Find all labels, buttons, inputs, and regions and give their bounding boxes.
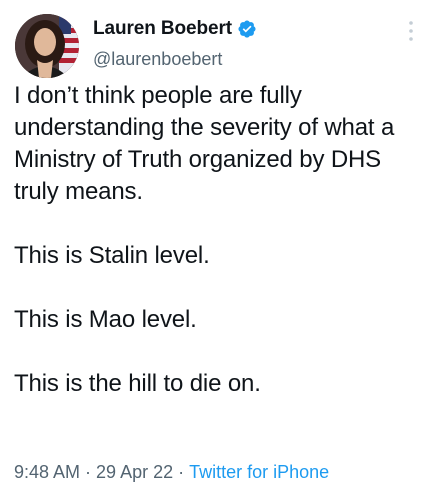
separator: ·	[178, 462, 185, 482]
more-options-icon[interactable]	[407, 20, 415, 42]
tweet-paragraph: This is Mao level.	[14, 306, 197, 333]
handle[interactable]: @laurenboebert	[93, 49, 257, 70]
tweet-paragraph: I don’t think people are fully understan…	[14, 82, 395, 205]
tweet-paragraph: This is the hill to die on.	[14, 370, 261, 397]
tweet-paragraph: This is Stalin level.	[14, 242, 210, 269]
tweet-date[interactable]: 29 Apr 22	[96, 462, 173, 482]
tweet-time[interactable]: 9:48 AM	[14, 462, 80, 482]
separator: ·	[85, 462, 92, 482]
name-row: Lauren Boebert	[93, 17, 257, 41]
display-name[interactable]: Lauren Boebert	[93, 18, 232, 40]
tweet-source-link[interactable]: Twitter for iPhone	[189, 462, 329, 482]
avatar[interactable]	[15, 14, 79, 78]
author-header: Lauren Boebert @laurenboebert	[93, 17, 257, 70]
tweet-meta: 9:48 AM · 29 Apr 22 · Twitter for iPhone	[14, 462, 329, 483]
tweet-text: I don’t think people are fully understan…	[14, 80, 414, 400]
verified-badge-icon	[237, 19, 257, 39]
